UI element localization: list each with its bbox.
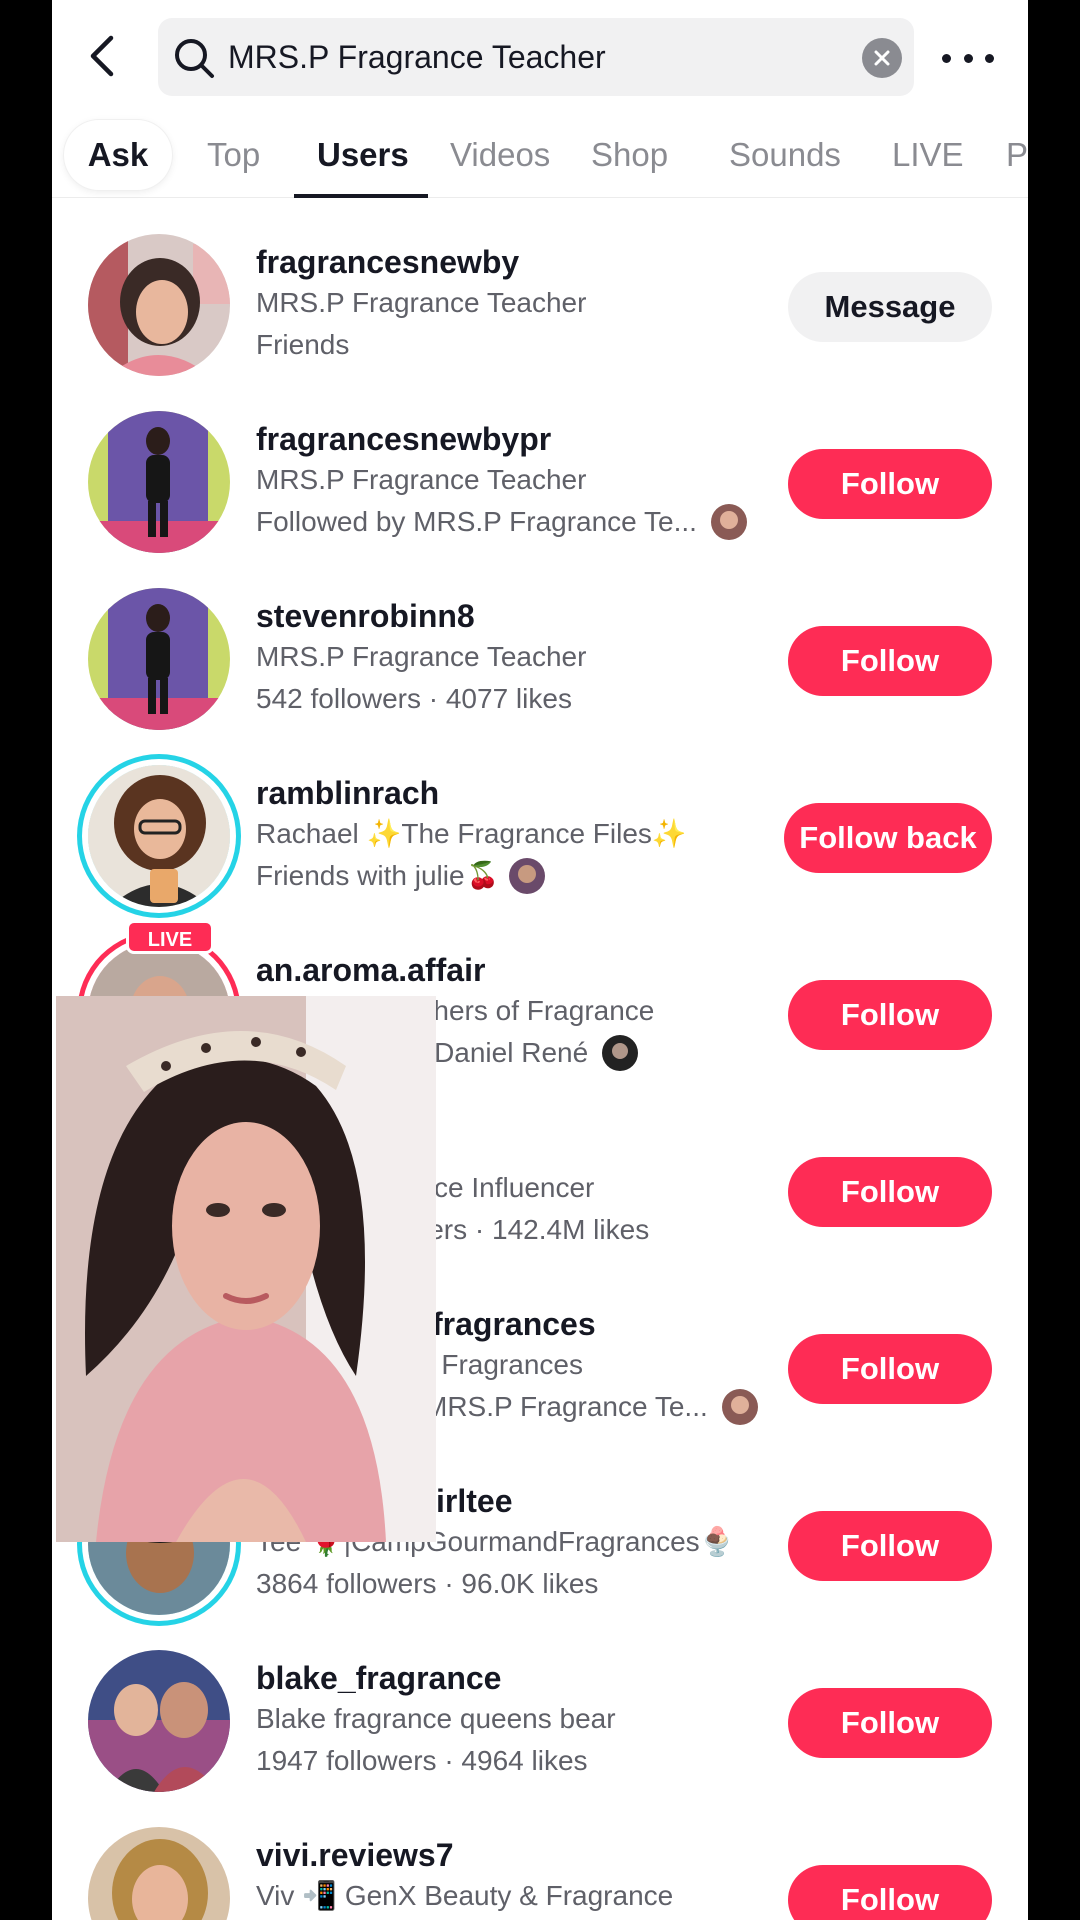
followed-by-text: Followed by MRS.P Fragrance Te... (256, 501, 776, 543)
search-results-screen: MRS.P Fragrance Teacher Ask Top Users Vi… (52, 0, 1028, 1920)
user-row[interactable]: blake_fragrance Blake fragrance queens b… (52, 1616, 1028, 1793)
tab-top[interactable]: Top (207, 112, 260, 198)
follow-button[interactable]: Follow (788, 1334, 992, 1404)
clear-search-button[interactable] (862, 38, 902, 78)
avatar[interactable] (88, 765, 230, 907)
display-name: MRS.P Fragrance Teacher (256, 641, 587, 672)
follower-stats: 1947 followers · 4964 likes (256, 1745, 588, 1776)
message-button[interactable]: Message (788, 272, 992, 342)
follow-button[interactable]: Follow (788, 1865, 992, 1920)
mutual-avatar (602, 1035, 639, 1071)
active-tab-indicator (294, 194, 428, 198)
tab-sounds[interactable]: Sounds (729, 112, 841, 198)
username[interactable]: blake_fragrance (256, 1658, 776, 1698)
user-row[interactable]: ramblinrach Rachael ✨The Fragrance Files… (52, 731, 1028, 908)
username[interactable]: ramblinrach (256, 773, 776, 813)
search-header: MRS.P Fragrance Teacher (52, 0, 1028, 112)
cherry-icon: 🍒 (466, 861, 499, 891)
search-icon (175, 39, 214, 78)
follow-button[interactable]: Follow (788, 449, 992, 519)
more-options-button[interactable] (942, 38, 994, 78)
user-row[interactable]: stevenrobinn8 MRS.P Fragrance Teacher 54… (52, 554, 1028, 731)
chevron-left-icon (90, 35, 114, 77)
avatar[interactable] (88, 588, 230, 730)
display-name: MRS.P Fragrance Teacher (256, 464, 587, 495)
follow-button[interactable]: Follow (788, 980, 992, 1050)
mutual-avatar (721, 1389, 758, 1425)
user-row[interactable]: vivi.reviews7 Viv 📲 GenX Beauty & Fragra… (52, 1793, 1028, 1920)
username[interactable]: fragrancesnewbypr (256, 419, 776, 459)
tab-live[interactable]: LIVE (892, 112, 964, 198)
app-frame: MRS.P Fragrance Teacher Ask Top Users Vi… (0, 0, 1080, 1920)
avatar[interactable] (88, 1827, 230, 1920)
follow-button[interactable]: Follow (788, 1157, 992, 1227)
follow-back-button[interactable]: Follow back (784, 803, 992, 873)
follow-button[interactable]: Follow (788, 626, 992, 696)
avatar[interactable] (88, 411, 230, 553)
username[interactable]: fragrancesnewby (256, 242, 776, 282)
relationship-text: Friends (256, 329, 350, 360)
live-badge: LIVE (126, 920, 214, 954)
close-icon (874, 50, 890, 66)
search-query[interactable]: MRS.P Fragrance Teacher (228, 18, 606, 96)
more-horizontal-icon (942, 53, 951, 63)
user-row[interactable]: fragrancesnewbypr MRS.P Fragrance Teache… (52, 377, 1028, 554)
user-row[interactable]: fragrancesnewby MRS.P Fragrance Teacher … (52, 200, 1028, 377)
friends-with-text: Friends with julie 🍒 (256, 855, 776, 897)
follower-stats: 3864 followers · 96.0K likes (256, 1568, 599, 1599)
display-name: Viv 📲 GenX Beauty & Fragrance (256, 1880, 674, 1911)
display-name: Blake fragrance queens bear (256, 1703, 616, 1734)
follow-button[interactable]: Follow (788, 1688, 992, 1758)
display-name: Rachael ✨The Fragrance Files✨ (256, 818, 687, 849)
avatar[interactable] (88, 1650, 230, 1792)
mutual-avatar (508, 858, 545, 894)
tab-shop[interactable]: Shop (591, 112, 668, 198)
tab-videos[interactable]: Videos (450, 112, 550, 198)
tab-ask[interactable]: Ask (64, 120, 172, 190)
display-name: MRS.P Fragrance Teacher (256, 287, 587, 318)
follow-button[interactable]: Follow (788, 1511, 992, 1581)
search-tabs: Ask Top Users Videos Shop Sounds LIVE P (52, 112, 1028, 198)
tab-users[interactable]: Users (317, 112, 409, 198)
follower-stats: 542 followers · 4077 likes (256, 683, 572, 714)
floating-video-overlay[interactable] (56, 996, 436, 1542)
tab-more[interactable]: P (1006, 112, 1028, 198)
video-frame (56, 996, 436, 1542)
mutual-avatar (710, 504, 747, 540)
back-button[interactable] (80, 32, 124, 80)
search-input[interactable]: MRS.P Fragrance Teacher (158, 18, 914, 96)
username[interactable]: vivi.reviews7 (256, 1835, 776, 1875)
avatar[interactable] (88, 234, 230, 376)
username[interactable]: an.aroma.affair (256, 950, 776, 990)
username[interactable]: stevenrobinn8 (256, 596, 776, 636)
